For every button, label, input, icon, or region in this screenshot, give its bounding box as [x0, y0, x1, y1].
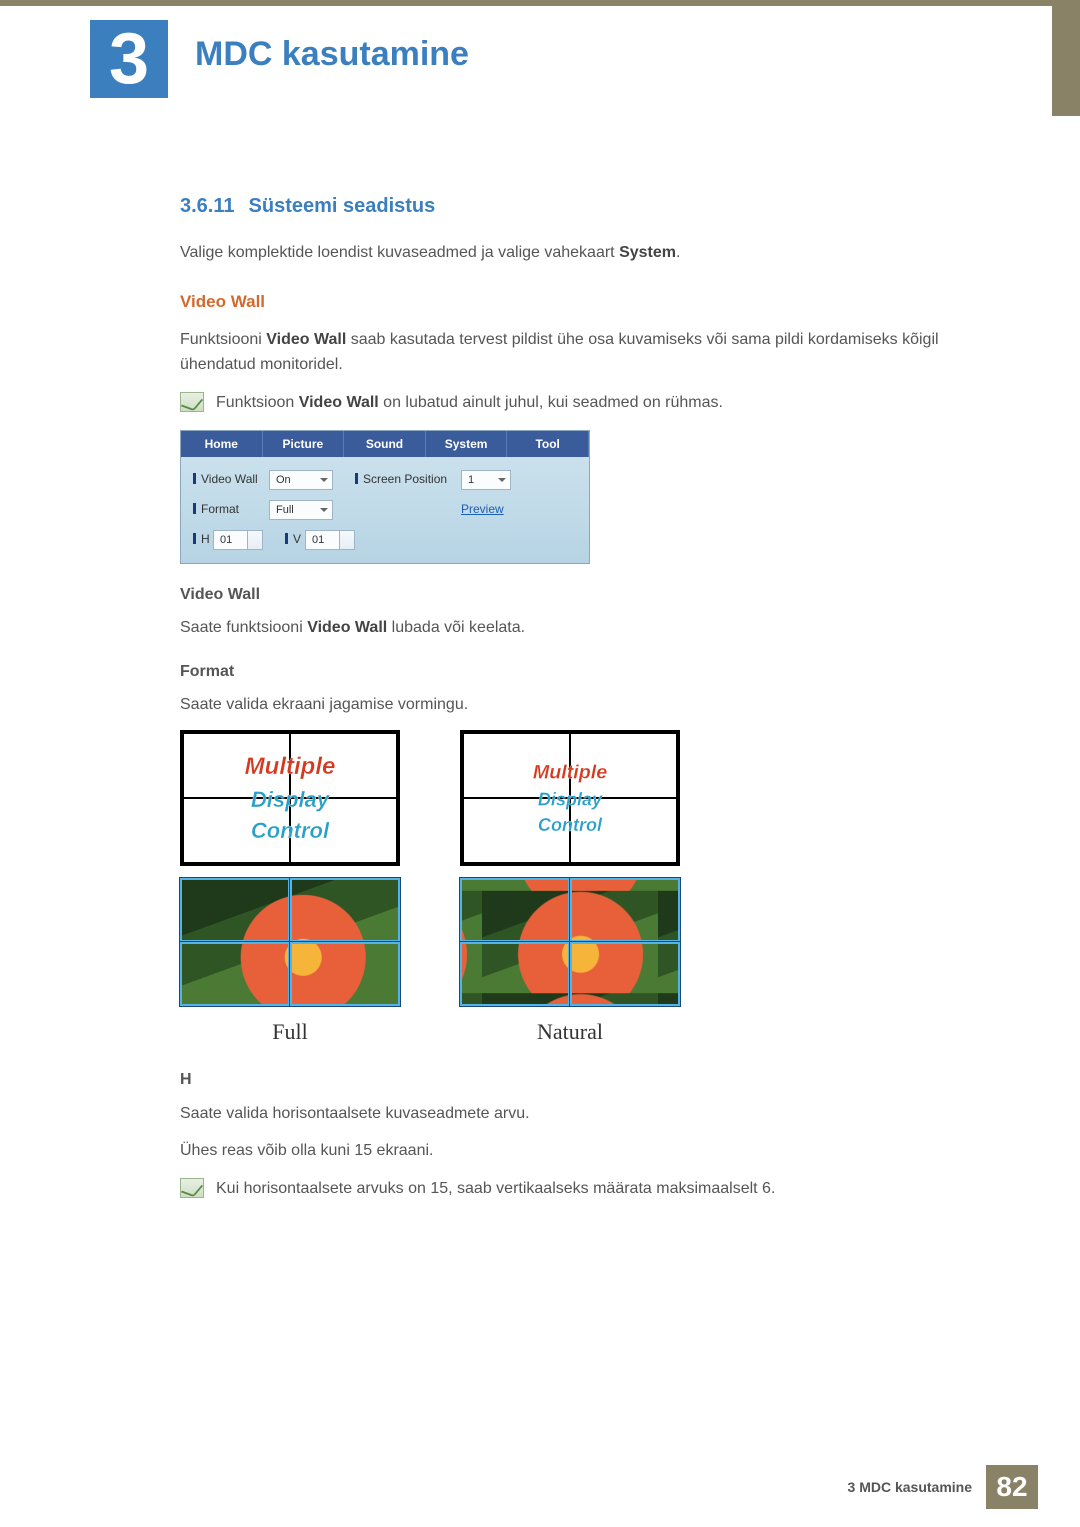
overlay-text-natural: Multiple Display Control [482, 745, 657, 852]
note1-suffix: on lubatud ainult juhul, kui seadmed on … [379, 394, 723, 411]
select-format[interactable]: Full [269, 500, 333, 520]
content-area: 3.6.11 Süsteemi seadistus Valige komplekt… [180, 190, 970, 1216]
caption-natural: Natural [460, 1014, 680, 1049]
svw-prefix: Saate funktsiooni [180, 619, 307, 636]
intro-suffix: . [676, 244, 680, 261]
intro-paragraph: Valige komplektide loendist kuvaseadmed … [180, 240, 970, 266]
intro-prefix: Valige komplektide loendist kuvaseadmed … [180, 244, 619, 261]
select-screen-position[interactable]: 1 [461, 470, 511, 490]
label-screen-position: Screen Position [351, 470, 461, 489]
preview-link[interactable]: Preview [461, 500, 504, 519]
mdc-panel-screenshot: Home Picture Sound System Tool Video Wal… [180, 430, 590, 564]
page-footer: 3 MDC kasutamine 82 [848, 1465, 1038, 1509]
mdc-tabs: Home Picture Sound System Tool [181, 431, 589, 457]
video-wall-paragraph: Funktsiooni Video Wall saab kasutada ter… [180, 327, 970, 378]
page-number-badge: 82 [986, 1465, 1038, 1509]
top-accent-bar [0, 0, 1080, 6]
select-video-wall[interactable]: On [269, 470, 333, 490]
intro-bold: System [619, 244, 676, 261]
section-number: 3.6.11 [180, 195, 235, 217]
section-heading: 3.6.11 Süsteemi seadistus [180, 190, 970, 222]
sub-h-p2: Ühes reas võib olla kuni 15 ekraani. [180, 1138, 970, 1164]
chapter-number-badge: 3 [90, 20, 168, 98]
note1-prefix: Funktsioon [216, 394, 299, 411]
format-natural-text-grid: Multiple Display Control [460, 730, 680, 866]
note1-bold: Video Wall [299, 394, 379, 411]
sub-format-text: Saate valida ekraani jagamise vormingu. [180, 692, 970, 718]
note-icon [180, 1178, 204, 1198]
note-2-text: Kui horisontaalsete arvuks on 15, saab v… [216, 1176, 775, 1202]
overlay-n-l3: Control [538, 810, 602, 839]
sub-video-wall-heading: Video Wall [180, 582, 970, 608]
spinner-h-value: 01 [220, 534, 232, 546]
svw-suffix: lubada või keelata. [387, 619, 525, 636]
vw-bold: Video Wall [266, 331, 346, 348]
format-natural-image-grid [460, 878, 680, 1006]
note-2: Kui horisontaalsete arvuks on 15, saab v… [180, 1176, 970, 1202]
format-full-text-grid: Multiple Display Control [180, 730, 400, 866]
section-title: Süsteemi seadistus [249, 195, 436, 217]
side-accent [1052, 6, 1080, 116]
label-v: V [281, 530, 305, 549]
note-1-text: Funktsioon Video Wall on lubatud ainult … [216, 390, 723, 416]
format-natural-column: Multiple Display Control Natural [460, 730, 680, 1049]
sub-format-heading: Format [180, 659, 970, 685]
footer-text: 3 MDC kasutamine [848, 1479, 972, 1495]
tab-tool[interactable]: Tool [507, 431, 589, 457]
sub-h-p1: Saate valida horisontaalsete kuvaseadmet… [180, 1101, 970, 1127]
tab-sound[interactable]: Sound [344, 431, 426, 457]
overlay-n-l2: Display [538, 785, 602, 814]
video-wall-heading: Video Wall [180, 288, 970, 315]
overlay-n-l1: Multiple [533, 757, 607, 788]
caption-full: Full [180, 1014, 400, 1049]
spinner-h[interactable]: 01 [213, 530, 263, 550]
tab-home[interactable]: Home [181, 431, 263, 457]
spinner-v-value: 01 [312, 534, 324, 546]
label-h: H [189, 530, 213, 549]
chapter-title: MDC kasutamine [195, 35, 469, 74]
svw-bold: Video Wall [307, 619, 387, 636]
tab-picture[interactable]: Picture [263, 431, 345, 457]
format-comparison: Multiple Display Control Full Multiple D… [180, 730, 970, 1049]
format-full-column: Multiple Display Control Full [180, 730, 400, 1049]
spinner-v[interactable]: 01 [305, 530, 355, 550]
sub-h-heading: H [180, 1067, 970, 1093]
note-icon [180, 392, 204, 412]
label-video-wall: Video Wall [189, 470, 269, 489]
label-format: Format [189, 500, 269, 519]
mdc-body: Video Wall On Screen Position 1 Format F… [181, 457, 589, 563]
vw-prefix: Funktsiooni [180, 331, 266, 348]
note-1: Funktsioon Video Wall on lubatud ainult … [180, 390, 970, 416]
tab-system[interactable]: System [426, 431, 508, 457]
format-full-image-grid [180, 878, 400, 1006]
sub-video-wall-text: Saate funktsiooni Video Wall lubada või … [180, 615, 970, 641]
